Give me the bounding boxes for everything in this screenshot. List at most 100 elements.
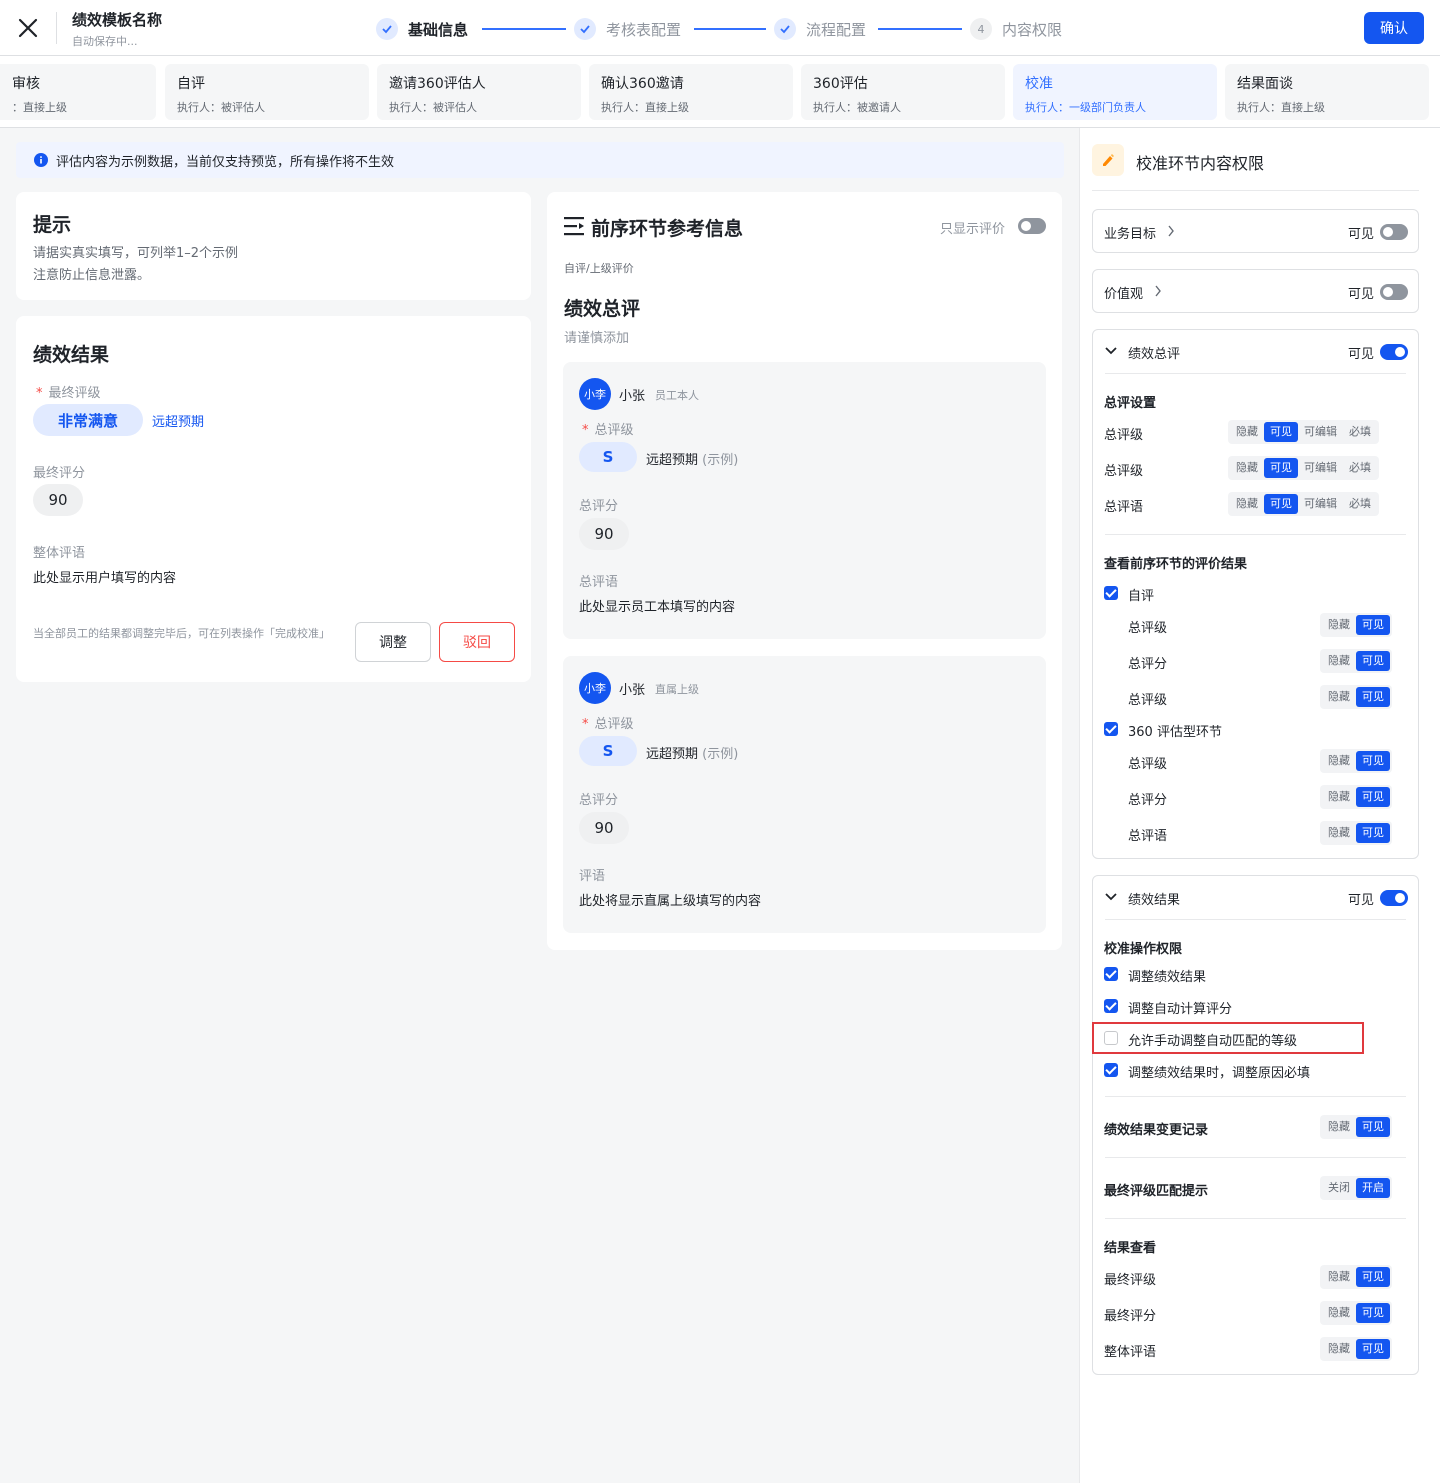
values-section[interactable]: 价值观 可见	[1092, 269, 1419, 313]
summary-toggle[interactable]	[1380, 344, 1408, 360]
perm-segment[interactable]: 隐藏 可见	[1320, 1301, 1392, 1325]
step-label: 流程配置	[806, 20, 867, 39]
match-segment[interactable]: 关闭 开启	[1320, 1176, 1392, 1200]
visible-label: 可见	[1348, 227, 1375, 242]
self-review-checkbox[interactable]	[1104, 586, 1118, 600]
visible-label: 可见	[1348, 287, 1375, 302]
perm-segment[interactable]: 隐藏 可见 可编辑 必填	[1228, 492, 1379, 516]
seg-hide[interactable]: 隐藏	[1322, 1267, 1356, 1287]
node-calibration[interactable]: 校准 执行人：一级部门负责人	[1013, 64, 1217, 120]
seg-visible[interactable]: 可见	[1264, 458, 1298, 478]
node-self-review[interactable]: 自评 执行人：被评估人	[165, 64, 369, 120]
header-divider	[56, 12, 57, 44]
perm-row-label: 总评语	[1104, 500, 1144, 515]
node-review[interactable]: 审核 ：直接上级	[0, 64, 156, 120]
seg-hide[interactable]: 隐藏	[1322, 1303, 1356, 1323]
biz-goal-toggle[interactable]	[1380, 224, 1408, 240]
seg-editable[interactable]: 可编辑	[1298, 494, 1343, 514]
node-title: 审核	[12, 76, 40, 92]
preview-notice: 评估内容为示例数据，当前仅支持预览，所有操作将不生效	[16, 142, 1064, 178]
seg-hide[interactable]: 隐藏	[1230, 422, 1264, 442]
perm-segment[interactable]: 隐藏 可见	[1320, 821, 1392, 845]
perm-segment[interactable]: 隐藏 可见	[1320, 1337, 1392, 1361]
perm-row-label: 总评分	[1128, 793, 1168, 808]
seg-visible[interactable]: 可见	[1356, 787, 1390, 807]
perm-segment[interactable]: 隐藏 可见	[1320, 685, 1392, 709]
seg-visible[interactable]: 可见	[1356, 615, 1390, 635]
node-result-interview[interactable]: 结果面谈 执行人：直接上级	[1225, 64, 1429, 120]
seg-visible[interactable]: 可见	[1264, 422, 1298, 442]
values-toggle[interactable]	[1380, 284, 1408, 300]
chevron-down-icon[interactable]	[1104, 346, 1118, 356]
perm-segment[interactable]: 隐藏 可见	[1320, 613, 1392, 637]
op-checkbox[interactable]	[1104, 999, 1118, 1013]
op-label: 允许手动调整自动匹配的等级	[1128, 1034, 1298, 1049]
seg-hide[interactable]: 隐藏	[1322, 651, 1356, 671]
seg-required[interactable]: 必填	[1343, 458, 1377, 478]
top-header: 绩效模板名称 自动保存中... 基础信息 考核表配置 流程配置 4 内容权限 确…	[0, 0, 1440, 56]
seg-on[interactable]: 开启	[1356, 1178, 1390, 1198]
seg-off[interactable]: 关闭	[1322, 1178, 1356, 1198]
seg-hide[interactable]: 隐藏	[1322, 1339, 1356, 1359]
seg-hide[interactable]: 隐藏	[1322, 615, 1356, 635]
close-icon[interactable]	[14, 14, 42, 42]
perm-segment[interactable]: 隐藏 可见	[1320, 749, 1392, 773]
seg-hide[interactable]: 隐藏	[1322, 787, 1356, 807]
perm-segment[interactable]: 隐藏 可见	[1320, 649, 1392, 673]
op-checkbox[interactable]	[1104, 967, 1118, 981]
perm-row-label: 总评级	[1104, 428, 1144, 443]
seg-visible[interactable]: 可见	[1264, 494, 1298, 514]
biz-goal-section[interactable]: 业务目标 可见	[1092, 209, 1419, 253]
only-review-toggle[interactable]	[1018, 218, 1046, 234]
node-invite-360[interactable]: 邀请360评估人 执行人：被评估人	[377, 64, 581, 120]
reject-button[interactable]: 驳回	[439, 622, 515, 662]
seg-hide[interactable]: 隐藏	[1322, 687, 1356, 707]
comment-value: 此处显示员工本填写的内容	[579, 600, 736, 615]
confirm-button[interactable]: 确认	[1364, 12, 1424, 44]
seg-editable[interactable]: 可编辑	[1298, 422, 1343, 442]
step-basic-info[interactable]: 基础信息	[376, 16, 468, 42]
step-content-permission[interactable]: 4 内容权限	[970, 16, 1062, 42]
perm-segment[interactable]: 隐藏 可见 可编辑 必填	[1228, 456, 1379, 480]
perm-segment[interactable]: 隐藏 可见	[1320, 1265, 1392, 1289]
seg-hide[interactable]: 隐藏	[1230, 494, 1264, 514]
seg-visible[interactable]: 可见	[1356, 1303, 1390, 1323]
seg-visible[interactable]: 可见	[1356, 1339, 1390, 1359]
seg-hide[interactable]: 隐藏	[1322, 1117, 1356, 1137]
result-card: 绩效结果 * 最终评级 非常满意 远超预期 最终评分 90 整体评语 此处显示用户…	[16, 316, 531, 682]
step-flow[interactable]: 流程配置	[774, 16, 866, 42]
seg-hide[interactable]: 隐藏	[1322, 751, 1356, 771]
seg-visible[interactable]: 可见	[1356, 751, 1390, 771]
grade-desc: 远超预期	[646, 453, 699, 468]
node-360-eval[interactable]: 360评估 执行人：被邀请人	[801, 64, 1005, 120]
seg-required[interactable]: 必填	[1343, 422, 1377, 442]
step-connector	[482, 28, 566, 30]
seg-visible[interactable]: 可见	[1356, 687, 1390, 707]
seg-visible[interactable]: 可见	[1356, 823, 1390, 843]
result-toggle[interactable]	[1380, 890, 1408, 906]
manager-review-card: 小李 小张 直属上级 * 总评级 S 远超预期 (示例) 总评分 90 评语 此处…	[563, 656, 1046, 933]
seg-hide[interactable]: 隐藏	[1230, 458, 1264, 478]
step-scorecard[interactable]: 考核表配置	[574, 16, 681, 42]
seg-visible[interactable]: 可见	[1356, 1267, 1390, 1287]
perm-segment[interactable]: 隐藏 可见 可编辑 必填	[1228, 420, 1379, 444]
check-icon	[376, 18, 398, 40]
seg-editable[interactable]: 可编辑	[1298, 458, 1343, 478]
self-review-card: 小李 小张 员工本人 * 总评级 S 远超预期 (示例) 总评分 90 总评语 此…	[563, 362, 1046, 639]
seg-visible[interactable]: 可见	[1356, 1117, 1390, 1137]
op-checkbox[interactable]	[1104, 1031, 1118, 1045]
perm-segment[interactable]: 隐藏 可见	[1320, 1115, 1392, 1139]
seg-required[interactable]: 必填	[1343, 494, 1377, 514]
perm-segment[interactable]: 隐藏 可见	[1320, 785, 1392, 809]
result-title: 绩效结果	[1128, 893, 1181, 908]
comment-label: 评语	[579, 869, 606, 884]
step-label: 内容权限	[1002, 20, 1063, 39]
chevron-down-icon[interactable]	[1104, 892, 1118, 902]
seg-hide[interactable]: 隐藏	[1322, 823, 1356, 843]
adjust-button[interactable]: 调整	[355, 622, 431, 662]
score-label: 总评分	[579, 793, 619, 808]
node-confirm-360[interactable]: 确认360邀请 执行人：直接上级	[589, 64, 793, 120]
op-checkbox[interactable]	[1104, 1063, 1118, 1077]
360-review-checkbox[interactable]	[1104, 722, 1118, 736]
seg-visible[interactable]: 可见	[1356, 651, 1390, 671]
